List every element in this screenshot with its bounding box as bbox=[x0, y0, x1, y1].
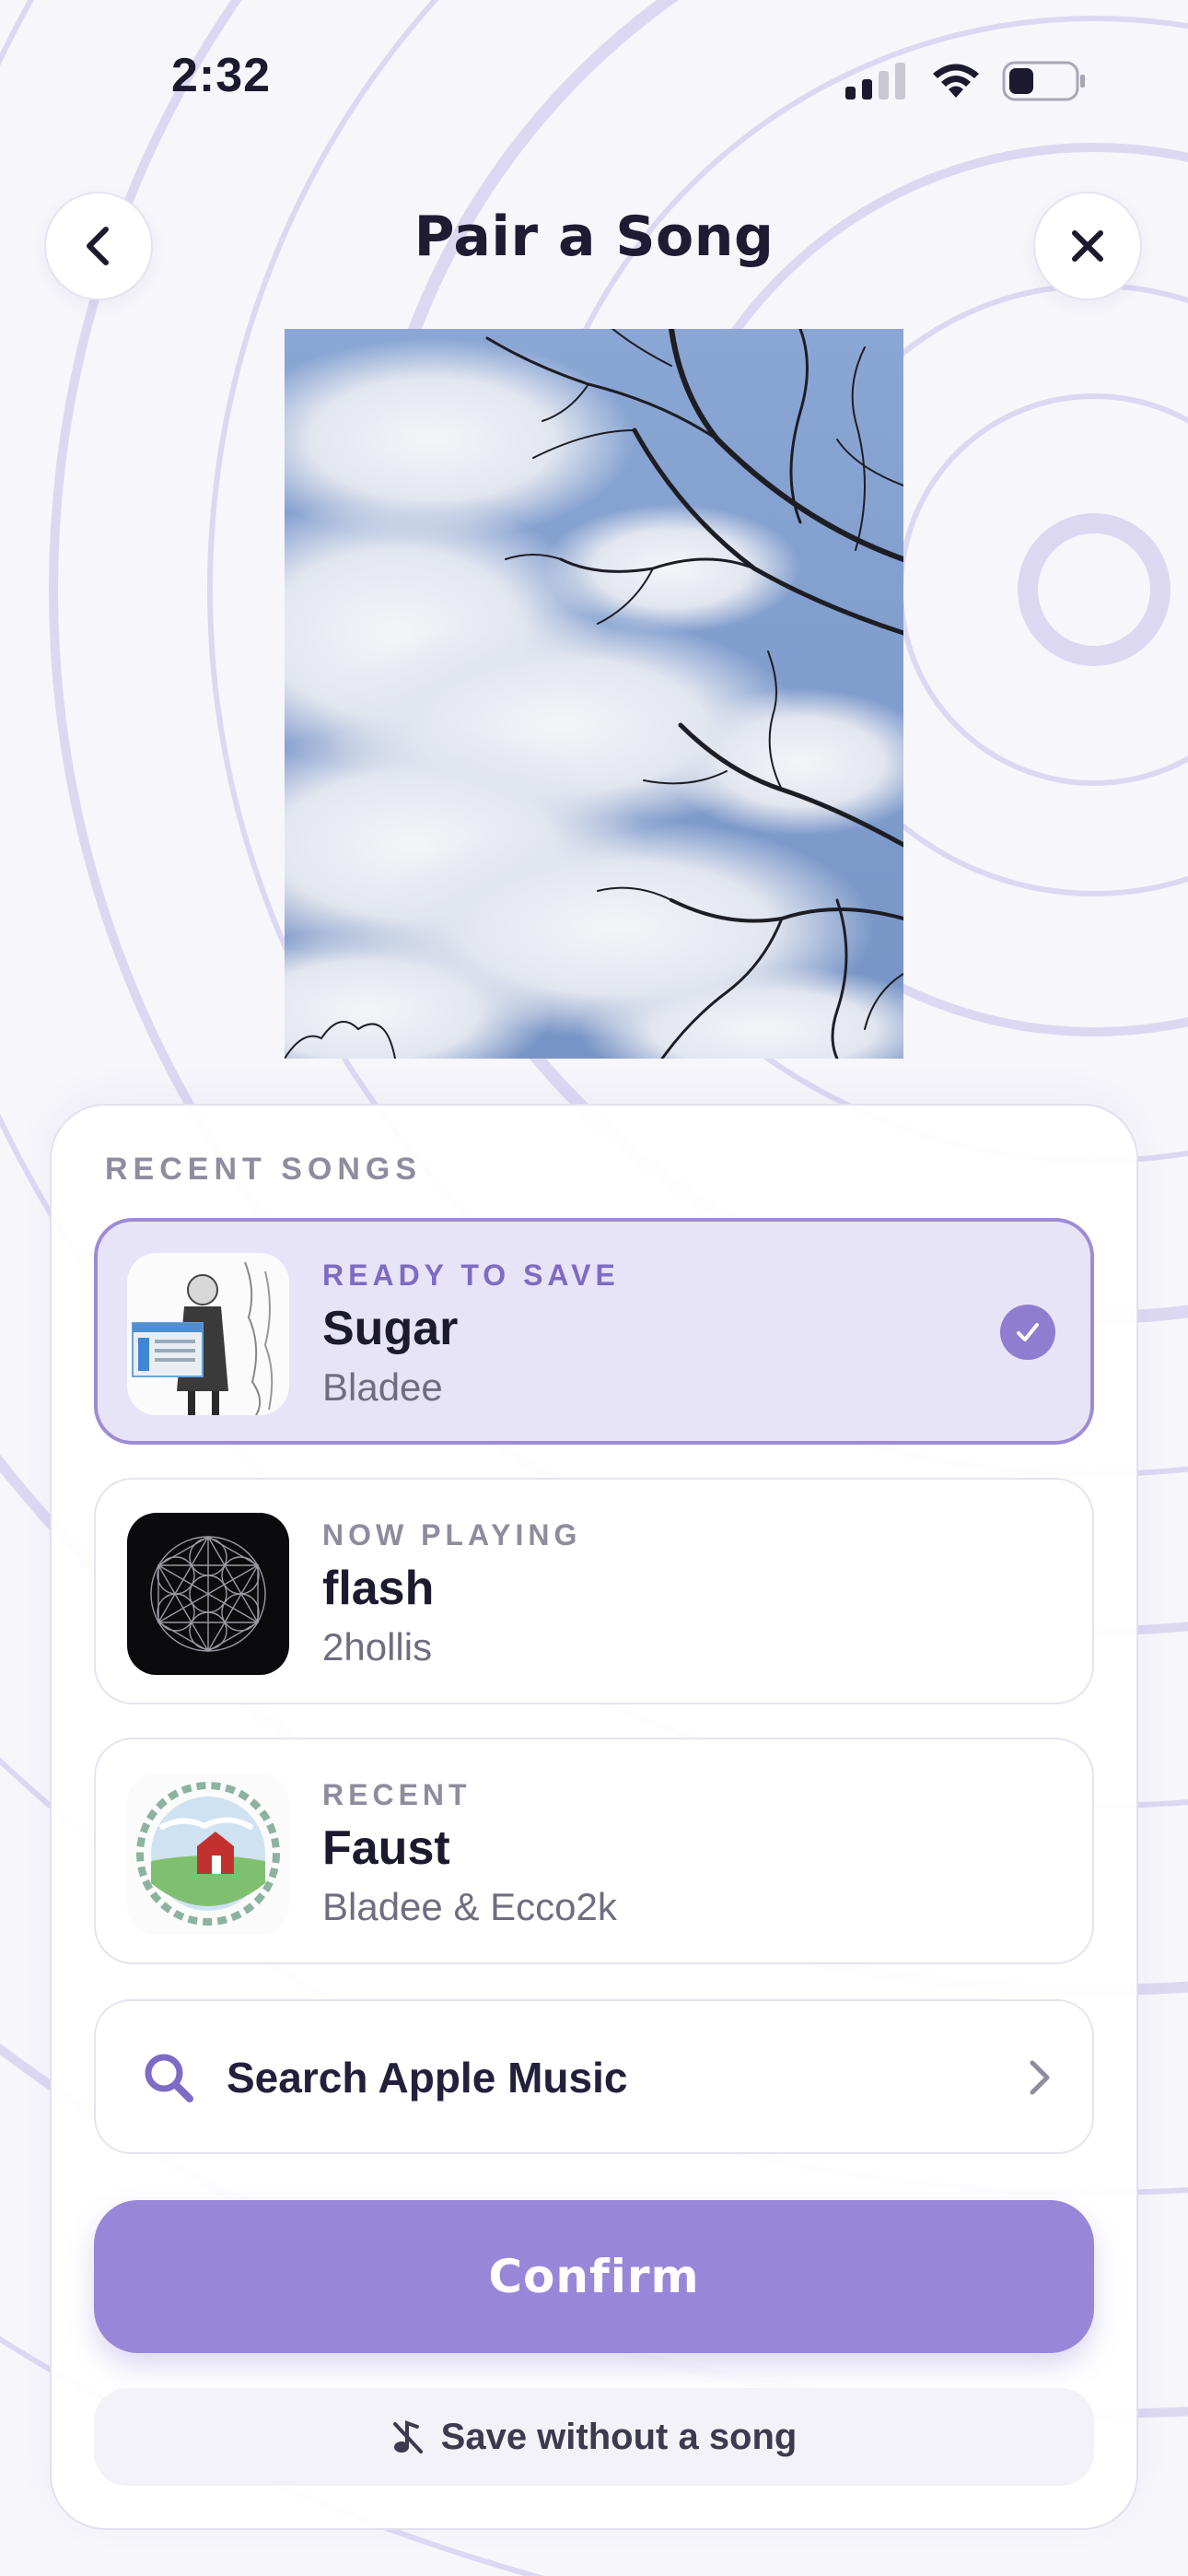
song-title: Sugar bbox=[322, 1302, 459, 1355]
chevron-right-icon bbox=[1030, 2060, 1050, 2095]
save-without-song-button[interactable]: Save without a song bbox=[94, 2388, 1094, 2486]
song-status-label: RECENT bbox=[322, 1778, 472, 1811]
search-apple-music-row[interactable]: Search Apple Music bbox=[94, 1999, 1094, 2154]
song-row-faust[interactable]: RECENT Faust Bladee & Ecco2k bbox=[94, 1738, 1094, 1964]
song-title: Faust bbox=[322, 1821, 450, 1875]
status-time: 2:32 bbox=[171, 49, 272, 102]
search-icon bbox=[145, 2054, 193, 2102]
song-row-sugar[interactable]: READY TO SAVE Sugar Bladee bbox=[94, 1218, 1094, 1445]
status-icons bbox=[845, 61, 1087, 101]
confirm-button[interactable]: Confirm bbox=[94, 2200, 1094, 2353]
song-row-flash[interactable]: NOW PLAYING flash 2hollis bbox=[94, 1478, 1094, 1704]
song-status-label: READY TO SAVE bbox=[322, 1259, 620, 1292]
cellular-signal-icon bbox=[845, 63, 905, 100]
wifi-icon bbox=[933, 64, 979, 98]
song-title: flash bbox=[322, 1562, 435, 1615]
close-button[interactable] bbox=[1033, 192, 1142, 300]
song-status-label: NOW PLAYING bbox=[322, 1518, 582, 1551]
search-label: Search Apple Music bbox=[227, 2054, 628, 2102]
battery-icon bbox=[1002, 61, 1085, 101]
album-art-sugar bbox=[127, 1253, 289, 1415]
save-without-song-label: Save without a song bbox=[440, 2416, 798, 2457]
selected-photo bbox=[285, 329, 903, 1059]
close-icon bbox=[1072, 230, 1103, 262]
selected-check-icon bbox=[1000, 1305, 1055, 1360]
page-title: Pair a Song bbox=[413, 205, 775, 269]
song-artist: Bladee bbox=[322, 1365, 443, 1409]
recent-songs-heading: RECENT SONGS bbox=[105, 1152, 423, 1187]
album-art-faust bbox=[127, 1773, 289, 1935]
song-artist: 2hollis bbox=[322, 1625, 433, 1669]
music-note-slash-icon bbox=[392, 2420, 423, 2453]
album-art-flash bbox=[127, 1513, 289, 1675]
song-artist: Bladee & Ecco2k bbox=[322, 1885, 617, 1928]
